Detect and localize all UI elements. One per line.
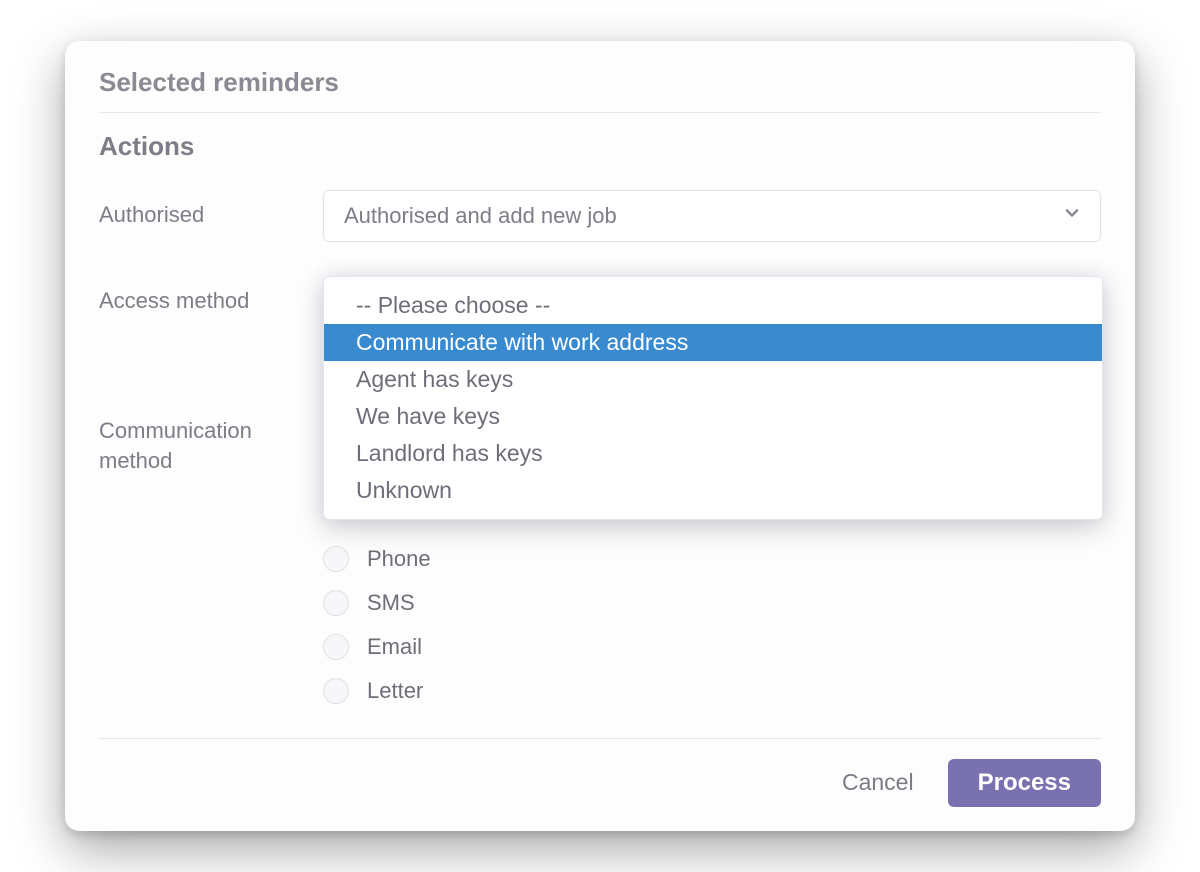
- radio-icon: [323, 634, 349, 660]
- access-method-option-agent-keys[interactable]: Agent has keys: [324, 361, 1102, 398]
- radio-letter-label: Letter: [367, 678, 423, 704]
- authorised-select[interactable]: Authorised and add new job: [323, 190, 1101, 242]
- radio-email[interactable]: Email: [323, 634, 1101, 660]
- access-method-option-we-have-keys[interactable]: We have keys: [324, 398, 1102, 435]
- access-method-option-unknown[interactable]: Unknown: [324, 472, 1102, 509]
- authorised-label: Authorised: [99, 190, 299, 230]
- radio-icon: [323, 678, 349, 704]
- divider: [99, 112, 1101, 113]
- radio-sms[interactable]: SMS: [323, 590, 1101, 616]
- access-method-option-communicate[interactable]: Communicate with work address: [324, 324, 1102, 361]
- modal-card: Selected reminders Actions Authorised Au…: [65, 41, 1135, 831]
- radio-phone[interactable]: Phone: [323, 546, 1101, 572]
- radio-phone-label: Phone: [367, 546, 431, 572]
- authorised-control: Authorised and add new job: [323, 190, 1101, 242]
- access-method-label: Access method: [99, 276, 299, 316]
- radio-sms-label: SMS: [367, 590, 415, 616]
- actions-title: Actions: [99, 131, 1101, 162]
- authorised-row: Authorised Authorised and add new job: [99, 190, 1101, 242]
- modal-inner: Selected reminders Actions Authorised Au…: [65, 41, 1135, 831]
- radio-email-label: Email: [367, 634, 422, 660]
- cancel-button[interactable]: Cancel: [838, 763, 918, 802]
- radio-letter[interactable]: Letter: [323, 678, 1101, 704]
- communication-method-label: Communication method: [99, 406, 299, 475]
- modal-footer: Cancel Process: [99, 738, 1101, 807]
- access-method-row: Access method -- Please choose -- Commun…: [99, 276, 1101, 316]
- radio-icon: [323, 546, 349, 572]
- chevron-down-icon: [1062, 203, 1082, 229]
- access-method-option-placeholder[interactable]: -- Please choose --: [324, 287, 1102, 324]
- selected-reminders-title: Selected reminders: [99, 67, 1101, 98]
- access-method-option-landlord-keys[interactable]: Landlord has keys: [324, 435, 1102, 472]
- authorised-select-value: Authorised and add new job: [344, 203, 617, 229]
- process-button[interactable]: Process: [948, 759, 1101, 807]
- access-method-dropdown[interactable]: -- Please choose -- Communicate with wor…: [323, 276, 1103, 520]
- radio-icon: [323, 590, 349, 616]
- communication-method-radios: Phone SMS Email Letter: [323, 538, 1101, 704]
